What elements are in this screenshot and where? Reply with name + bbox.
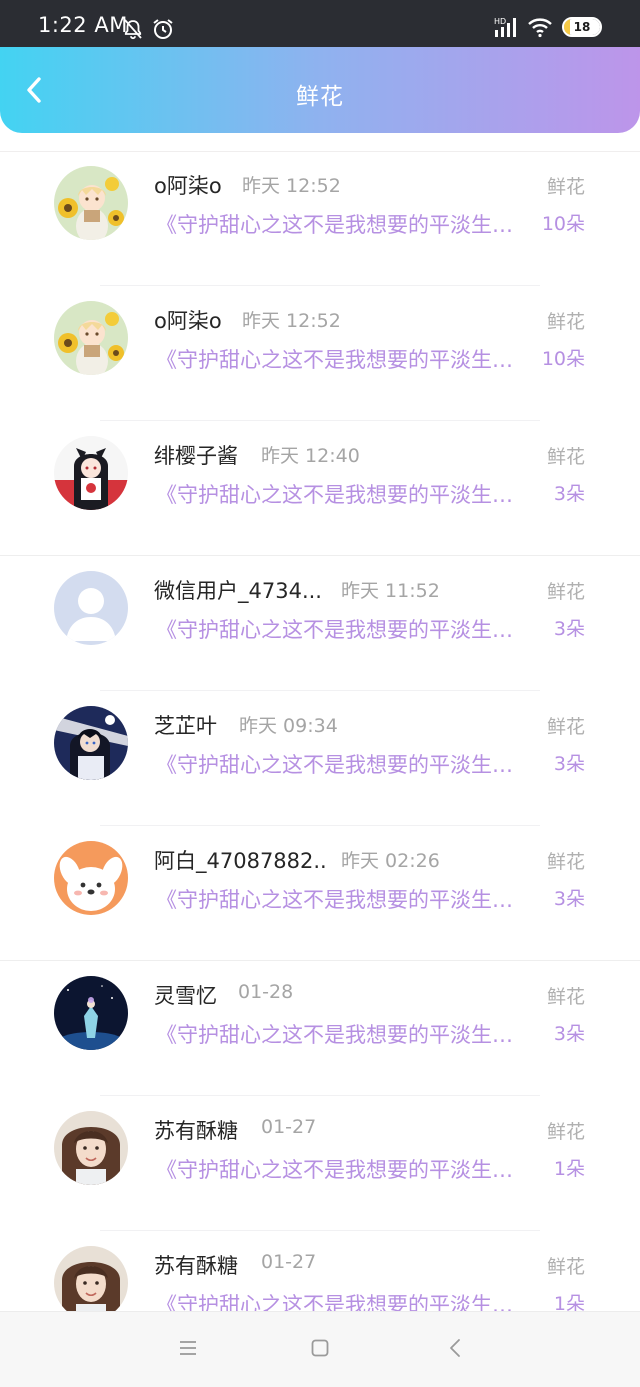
record-time: 01-27 <box>261 1251 317 1273</box>
battery-level-text: 18 <box>573 20 591 34</box>
sunflower-girl-avatar[interactable] <box>54 166 128 240</box>
user-name[interactable]: 阿白_47087882... <box>154 845 326 875</box>
app-header: 鲜花 <box>0 47 640 133</box>
system-back-button[interactable] <box>441 1336 469 1364</box>
status-bar: 1:22 AM HD 18 <box>0 0 640 48</box>
book-title[interactable]: 《守护甜心之这不是我想要的平淡生活》 <box>156 1289 532 1311</box>
record-time: 昨天 09:34 <box>239 715 338 737</box>
list-item[interactable]: 微信用户_4734... 昨天 11:52 《守护甜心之这不是我想要的平淡生活》 鲜花… <box>0 556 640 691</box>
page-title: 鲜花 <box>296 84 344 110</box>
gift-count: 3朵 <box>553 483 585 505</box>
record-time: 昨天 11:52 <box>341 580 440 602</box>
wifi-icon <box>527 16 553 38</box>
gift-record-list[interactable]: o阿柒o 昨天 12:52 《守护甜心之这不是我想要的平淡生活》 鲜花 10朵 o阿柒o 昨… <box>0 151 640 1311</box>
gift-count: 3朵 <box>553 1023 585 1045</box>
anime-boy-avatar[interactable] <box>54 706 128 780</box>
home-square-icon <box>310 1338 330 1362</box>
book-title[interactable]: 《守护甜心之这不是我想要的平淡生活》 <box>156 209 532 239</box>
gift-type-label: 鲜花 <box>546 311 585 333</box>
battery-icon: 18 <box>562 17 602 37</box>
user-name[interactable]: 苏有酥糖 <box>154 1115 238 1145</box>
girl-photo-avatar[interactable] <box>54 1111 128 1185</box>
user-name[interactable]: 灵雪忆 <box>154 980 217 1010</box>
record-time: 昨天 12:40 <box>261 445 360 467</box>
list-item[interactable]: 绯樱子酱 昨天 12:40 《守护甜心之这不是我想要的平淡生活》 鲜花 3朵 <box>0 421 640 556</box>
sunflower-girl-avatar[interactable] <box>54 301 128 375</box>
anime-cat-girl-avatar[interactable] <box>54 436 128 510</box>
gift-count: 1朵 <box>553 1293 585 1311</box>
gift-type-label: 鲜花 <box>546 446 585 468</box>
record-time: 昨天 02:26 <box>341 850 440 872</box>
list-item[interactable]: o阿柒o 昨天 12:52 《守护甜心之这不是我想要的平淡生活》 鲜花 10朵 <box>0 286 640 421</box>
user-name[interactable]: 苏有酥糖 <box>154 1250 238 1280</box>
list-item[interactable]: 芝芷叶 昨天 09:34 《守护甜心之这不是我想要的平淡生活》 鲜花 3朵 <box>0 691 640 826</box>
record-time: 01-27 <box>261 1116 317 1138</box>
gift-count: 3朵 <box>553 888 585 910</box>
gift-count: 3朵 <box>553 753 585 775</box>
list-item[interactable]: o阿柒o 昨天 12:52 《守护甜心之这不是我想要的平淡生活》 鲜花 10朵 <box>0 151 640 286</box>
gift-type-label: 鲜花 <box>546 986 585 1008</box>
gift-type-label: 鲜花 <box>546 1256 585 1278</box>
gift-count: 10朵 <box>541 348 585 370</box>
gift-type-label: 鲜花 <box>546 716 585 738</box>
user-name[interactable]: 芝芷叶 <box>154 710 217 740</box>
gift-type-label: 鲜花 <box>546 851 585 873</box>
list-item[interactable]: 苏有酥糖 01-27 《守护甜心之这不是我想要的平淡生活》 鲜花 1朵 <box>0 1096 640 1231</box>
user-name[interactable]: o阿柒o <box>154 305 222 335</box>
book-title[interactable]: 《守护甜心之这不是我想要的平淡生活》 <box>156 884 532 914</box>
gift-type-label: 鲜花 <box>546 1121 585 1143</box>
back-triangle-icon <box>447 1338 463 1362</box>
night-fairy-avatar[interactable] <box>54 976 128 1050</box>
list-item[interactable]: 阿白_47087882... 昨天 02:26 《守护甜心之这不是我想要的平淡生活》… <box>0 826 640 961</box>
book-title[interactable]: 《守护甜心之这不是我想要的平淡生活》 <box>156 479 532 509</box>
gift-type-label: 鲜花 <box>546 176 585 198</box>
mute-bell-icon <box>122 18 144 40</box>
list-item[interactable]: 灵雪忆 01-28 《守护甜心之这不是我想要的平淡生活》 鲜花 3朵 <box>0 961 640 1096</box>
book-title[interactable]: 《守护甜心之这不是我想要的平淡生活》 <box>156 614 532 644</box>
book-title[interactable]: 《守护甜心之这不是我想要的平淡生活》 <box>156 749 532 779</box>
hd-signal-icon: HD <box>494 16 520 38</box>
book-title[interactable]: 《守护甜心之这不是我想要的平淡生活》 <box>156 1019 532 1049</box>
list-item[interactable]: 苏有酥糖 01-27 《守护甜心之这不是我想要的平淡生活》 鲜花 1朵 <box>0 1231 640 1311</box>
system-nav-bar <box>0 1311 640 1387</box>
user-name[interactable]: o阿柒o <box>154 170 222 200</box>
gift-count: 10朵 <box>541 213 585 235</box>
gift-type-label: 鲜花 <box>546 581 585 603</box>
menu-button[interactable] <box>174 1336 202 1364</box>
home-button[interactable] <box>306 1336 334 1364</box>
menu-icon <box>178 1339 198 1361</box>
book-title[interactable]: 《守护甜心之这不是我想要的平淡生活》 <box>156 344 532 374</box>
record-time: 昨天 12:52 <box>242 175 341 197</box>
girl-photo-avatar[interactable] <box>54 1246 128 1311</box>
alarm-icon <box>151 17 175 41</box>
user-name[interactable]: 微信用户_4734... <box>154 575 322 605</box>
book-title[interactable]: 《守护甜心之这不是我想要的平淡生活》 <box>156 1154 532 1184</box>
default-user-avatar[interactable] <box>54 571 128 645</box>
gift-count: 1朵 <box>553 1158 585 1180</box>
cartoon-dog-avatar[interactable] <box>54 841 128 915</box>
record-time: 昨天 12:52 <box>242 310 341 332</box>
status-time: 1:22 AM <box>38 13 128 37</box>
user-name[interactable]: 绯樱子酱 <box>154 440 238 470</box>
record-time: 01-28 <box>238 981 294 1003</box>
gift-count: 3朵 <box>553 618 585 640</box>
svg-text:HD: HD <box>494 17 506 26</box>
